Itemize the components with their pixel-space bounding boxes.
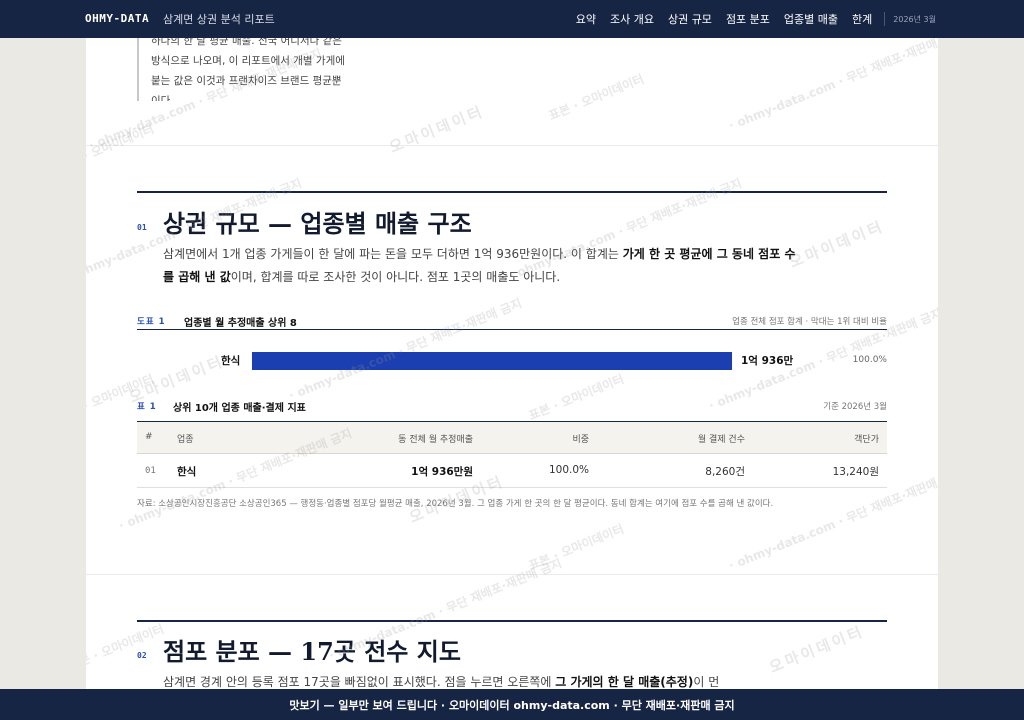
watermark-text: 오마이데이터 <box>766 622 867 677</box>
nav-link-overview[interactable]: 조사 개요 <box>610 11 654 27</box>
nav-links: 요약 조사 개요 상권 규모 점포 분포 업종별 매출 한계 2026년 3월 <box>562 0 936 38</box>
nav-link-limits[interactable]: 한계 <box>852 11 872 27</box>
watermark-text: 오마이데이터 <box>386 102 487 157</box>
table-header-cell: # <box>145 432 153 442</box>
table-title: 상위 10개 업종 매출·결제 지표 <box>173 403 306 414</box>
quote-line: 이다. <box>151 95 174 101</box>
brand-logo[interactable]: OHMY-DATA <box>85 12 149 25</box>
quote-block: 하나의 한 달 평균 매출. 전국 어디서나 같은 방식으로 나오며, 이 리포… <box>137 38 377 101</box>
section-number: 01 <box>137 223 147 232</box>
bar-category-label: 한식 <box>221 355 241 367</box>
figure-label: 도표 1 <box>137 317 166 327</box>
table-cell-share: 100.0% <box>548 464 589 476</box>
report-page: 하나의 한 달 평균 매출. 전국 어디서나 같은 방식으로 나오며, 이 리포… <box>86 38 938 689</box>
top-navbar: OHMY-DATA 삼계면 상권 분석 리포트 요약 조사 개요 상권 규모 점… <box>0 0 1024 38</box>
section-paragraph: 삼계면 경계 안의 등록 점포 17곳을 빠짐없이 표시했다. 점을 누르면 오… <box>163 675 720 689</box>
source-note: 자료: 소상공인시장진흥공단 소상공인365 — 행정동·업종별 점포당 월평균… <box>137 499 774 509</box>
section-paragraph: 삼계면에서 1개 업종 가게들이 한 달에 파는 돈을 모두 더하면 1억 93… <box>163 247 796 284</box>
section-divider <box>86 574 938 575</box>
table-label: 표 1 <box>137 402 157 412</box>
section-title: 상권 규모 — 업종별 매출 구조 <box>163 209 472 238</box>
metrics-table: # 업종 동 전체 월 추정매출 비중 월 결제 건수 객단가 01 한식 1억… <box>137 421 887 488</box>
quote-line: 방식으로 나오며, 이 리포트에서 개별 가게에 <box>151 55 345 67</box>
table-note: 기준 2026년 3월 <box>823 402 887 412</box>
report-date: 2026년 3월 <box>884 12 936 26</box>
watermark-text: 표본 · 오마이데이터 <box>526 371 626 423</box>
figure-note: 업종 전체 점포 합계 · 막대는 1위 대비 비율 <box>732 317 887 327</box>
bar-percent-label: 100.0% <box>852 355 887 365</box>
quote-line: 붙는 값은 이것과 프랜차이즈 브랜드 평균뿐 <box>151 75 342 87</box>
nav-link-market-size[interactable]: 상권 규모 <box>668 11 712 27</box>
table-header-cell: 동 전체 월 추정매출 <box>398 435 473 445</box>
figure-title: 업종별 월 추정매출 상위 8 <box>184 318 297 329</box>
table-row[interactable]: 01 한식 1억 936만원 100.0% 8,260건 13,240원 <box>137 454 887 488</box>
watermark-text: · ohmy-data.com · 무단 재배포·재판매 금지 <box>286 296 524 403</box>
watermark-text: 표본 · 오마이데이터 <box>86 371 156 423</box>
table-cell-category: 한식 <box>177 466 197 478</box>
nav-link-sales-by-category[interactable]: 업종별 매출 <box>784 11 838 27</box>
bar-value-label: 1억 936만 <box>741 355 794 367</box>
watermark-text: 표본 · 오마이데이터 <box>526 521 626 573</box>
table-cell-transactions: 8,260건 <box>705 466 745 478</box>
table-header-cell: 월 결제 건수 <box>697 435 745 445</box>
table-header-cell: 비중 <box>572 435 589 445</box>
watermark-text: · ohmy-data.com · 무단 재배포·재판매 금지 <box>726 38 938 133</box>
section-rule <box>137 191 887 193</box>
watermark-text: 표본 · 오마이데이터 <box>86 121 156 173</box>
table-header-row: # 업종 동 전체 월 추정매출 비중 월 결제 건수 객단가 <box>137 421 887 454</box>
table-header-cell: 객단가 <box>854 435 879 445</box>
bar-track <box>252 352 732 370</box>
section-rule <box>137 620 887 622</box>
preview-footer-banner: 맛보기 — 일부만 보여 드립니다 · 오마이데이터 ohmy-data.com… <box>0 689 1024 720</box>
report-title: 삼계면 상권 분석 리포트 <box>163 13 275 26</box>
watermark-text: 표본 · 오마이데이터 <box>546 71 646 123</box>
bar-fill[interactable] <box>252 352 732 370</box>
quote-line: 하나의 한 달 평균 매출. 전국 어디서나 같은 <box>151 38 342 47</box>
table-cell-rank: 01 <box>145 466 156 476</box>
table-cell-avg-ticket: 13,240원 <box>832 466 879 478</box>
watermark-text: 표본 · 오마이데이터 <box>86 621 166 673</box>
table-header-cell: 업종 <box>177 435 194 445</box>
section-title: 점포 분포 — 17곳 전수 지도 <box>163 637 461 666</box>
figure-header: 도표 1 업종별 월 추정매출 상위 8 업종 전체 점포 합계 · 막대는 1… <box>137 314 887 330</box>
section-divider <box>86 145 938 146</box>
section-number: 02 <box>137 651 147 660</box>
table-caption: 표 1 상위 10개 업종 매출·결제 지표 기준 2026년 3월 <box>137 399 887 415</box>
nav-link-store-distribution[interactable]: 점포 분포 <box>726 11 770 27</box>
nav-link-summary[interactable]: 요약 <box>576 11 596 27</box>
table-cell-sales: 1억 936만원 <box>411 466 473 478</box>
